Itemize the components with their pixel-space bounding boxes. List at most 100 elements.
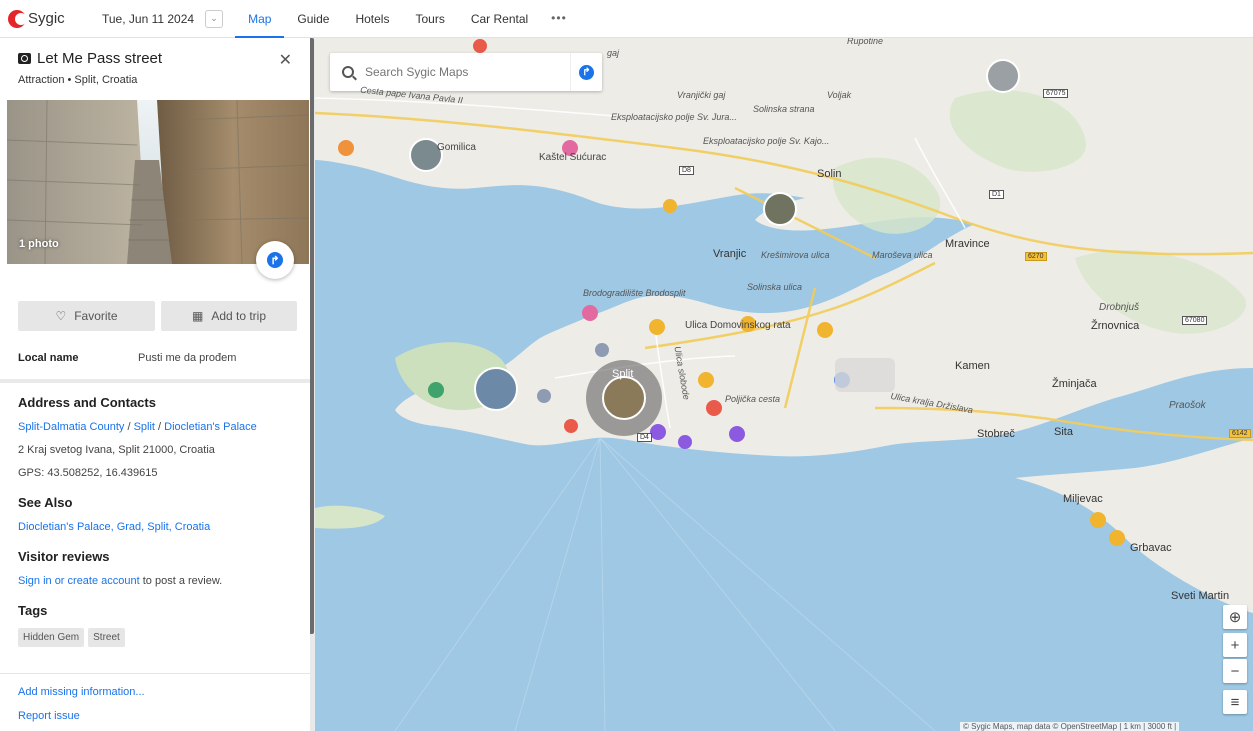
top-bar: Sygic Tue, Jun 11 2024 ⌄ Map Guide Hotel… [0,0,1253,38]
road-badge-6142: 6142 [1229,429,1251,438]
local-name-value: Pusti me da prođem [138,352,237,364]
date-dropdown-chevron-icon[interactable]: ⌄ [205,9,224,28]
road-badge-67080: 67080 [1182,316,1208,325]
map-label-rupotine: Rupotine [847,38,884,46]
report-issue-link[interactable]: Report issue [18,710,292,722]
map-layers-button[interactable]: ≡ [1223,690,1247,714]
photo-count: 1 photo [19,238,59,250]
heart-icon: ♡ [55,309,67,323]
map-label-kamen: Kamen [955,360,990,372]
calendar-icon: ▦ [191,309,204,323]
place-subtitle: Attraction • Split, Croatia [18,74,138,86]
map-label-gomilica: Gomilica [437,142,476,153]
reviews-rest: to post a review. [139,575,223,587]
place-detail-panel: Let Me Pass street ✕ Attraction • Split,… [0,38,310,731]
sygic-logo[interactable]: Sygic [8,9,84,28]
place-header: Let Me Pass street ✕ Attraction • Split,… [0,38,310,100]
close-icon[interactable]: ✕ [279,50,292,70]
add-to-trip-button[interactable]: ▦ Add to trip [161,301,297,331]
map-label-voljak: Voljak [827,90,852,100]
see-also-heading: See Also [18,495,73,510]
camera-icon [18,53,31,64]
map-label-eksp2: Eksploatacijsko polje Sv. Kajo... [703,136,830,146]
search-input[interactable] [365,65,565,79]
road-badge-67075: 67075 [1043,89,1069,98]
map-label-brodosplit: Brodogradilište Brodosplit [583,288,686,298]
nav-tours[interactable]: Tours [402,0,457,38]
tag-hidden-gem[interactable]: Hidden Gem [18,628,85,647]
road-badge-d1: D1 [989,190,1004,199]
map-label-vranjicki-gaj: Vranjički gaj [677,90,726,100]
county-link[interactable]: Split-Dalmatia County [18,421,124,433]
logo-text: Sygic [28,10,65,27]
map-label-solinska-ulica: Solinska ulica [747,282,803,292]
city-link[interactable]: Split [134,421,155,433]
add-to-trip-label: Add to trip [211,309,267,323]
visitor-reviews-heading: Visitor reviews [18,549,110,564]
more-menu-icon[interactable]: ••• [541,0,577,38]
address-breadcrumb: Split-Dalmatia County / Split / Diocleti… [18,421,257,433]
sign-in-link[interactable]: Sign in or create account [18,575,140,587]
road-badge-d8: D8 [679,166,694,175]
map-label-kresimirova: Krešimirova ulica [761,250,830,260]
reviews-line: Sign in or create account to post a revi… [18,575,292,587]
place-title: Let Me Pass street [37,50,163,67]
map-canvas[interactable]: ↱ gaj Rupotine Vranjički gaj Voljak Soli… [315,38,1253,731]
map-label-poljicka: Poljička cesta [725,394,781,404]
action-buttons: ♡ Favorite ▦ Add to trip [18,301,297,331]
trip-date[interactable]: Tue, Jun 11 2024 [102,12,194,26]
sygic-logo-icon [8,9,27,28]
map-label-eksp1: Eksploatacijsko polje Sv. Jura... [611,112,737,122]
map-label-praosok: Praošok [1169,400,1206,411]
palace-link[interactable]: Diocletian's Palace [164,421,257,433]
map-attribution: © Sygic Maps, map data © OpenStreetMap |… [960,722,1180,731]
place-photo[interactable]: 1 photo [7,100,309,264]
nav-guide[interactable]: Guide [284,0,342,38]
nav-map[interactable]: Map [235,0,285,38]
map-label-zminjaca: Žminjača [1052,378,1097,390]
directions-button[interactable]: ↱ [570,53,602,91]
map-label-stobrec: Stobreč [977,428,1015,440]
map-label-zrnovnica: Žrnovnica [1091,320,1140,332]
map-label-drobnjus: Drobnjuš [1099,302,1140,313]
see-also-link[interactable]: Diocletian's Palace, Grad, Split, Croati… [18,521,292,533]
zoom-in-button[interactable]: + [1223,633,1247,657]
map-label-maroseva: Maroševa ulica [872,250,933,260]
address-section: Address and Contacts Split-Dalmatia Coun… [0,395,310,647]
tag-street[interactable]: Street [88,628,125,647]
section-divider [0,379,310,383]
add-missing-info-link[interactable]: Add missing information... [18,686,292,698]
directions-icon: ↱ [579,64,594,80]
road-badge-6270: 6270 [1025,252,1047,261]
map-label-sveti-martin: Sveti Martin [1171,590,1230,602]
footer-links: Add missing information... Report issue [0,686,310,722]
local-name-key: Local name [18,352,79,364]
map-label-mravince: Mravince [945,238,990,250]
layers-icon: ≡ [1230,693,1240,711]
share-button[interactable]: ↱ [256,241,294,279]
street-address: 2 Kraj svetog Ivana, Split 21000, Croati… [18,444,215,456]
tag-list: Hidden Gem Street [18,628,292,647]
map-label-solin: Solin [817,168,842,180]
nav-hotels[interactable]: Hotels [342,0,402,38]
map-label-vranjic: Vranjic [713,248,747,260]
favorite-button[interactable]: ♡ Favorite [18,301,155,331]
search-icon [342,66,354,78]
address-heading: Address and Contacts [18,395,156,410]
map-label-grbavac: Grbavac [1130,542,1172,554]
favorite-label: Favorite [74,309,118,323]
tags-heading: Tags [18,603,48,618]
map-label-sita: Sita [1054,426,1073,438]
gps-coordinates: GPS: 43.508252, 16.439615 [18,467,158,479]
local-name-row: Local name Pusti me da prođem [18,352,292,364]
crosshair-icon: ⊕ [1228,609,1242,626]
nav-car-rental[interactable]: Car Rental [458,0,541,38]
share-icon: ↱ [267,252,283,268]
zoom-out-button[interactable]: − [1223,659,1247,683]
footer-divider [0,673,310,674]
map-label-miljevac: Miljevac [1063,493,1103,505]
locate-me-button[interactable]: ⊕ [1223,605,1247,629]
map-label-solinska-strana: Solinska strana [753,104,815,114]
map-label-domovinskog: Ulica Domovinskog rata [685,320,791,331]
map-label-kastel: Kaštel Sućurac [539,152,607,163]
